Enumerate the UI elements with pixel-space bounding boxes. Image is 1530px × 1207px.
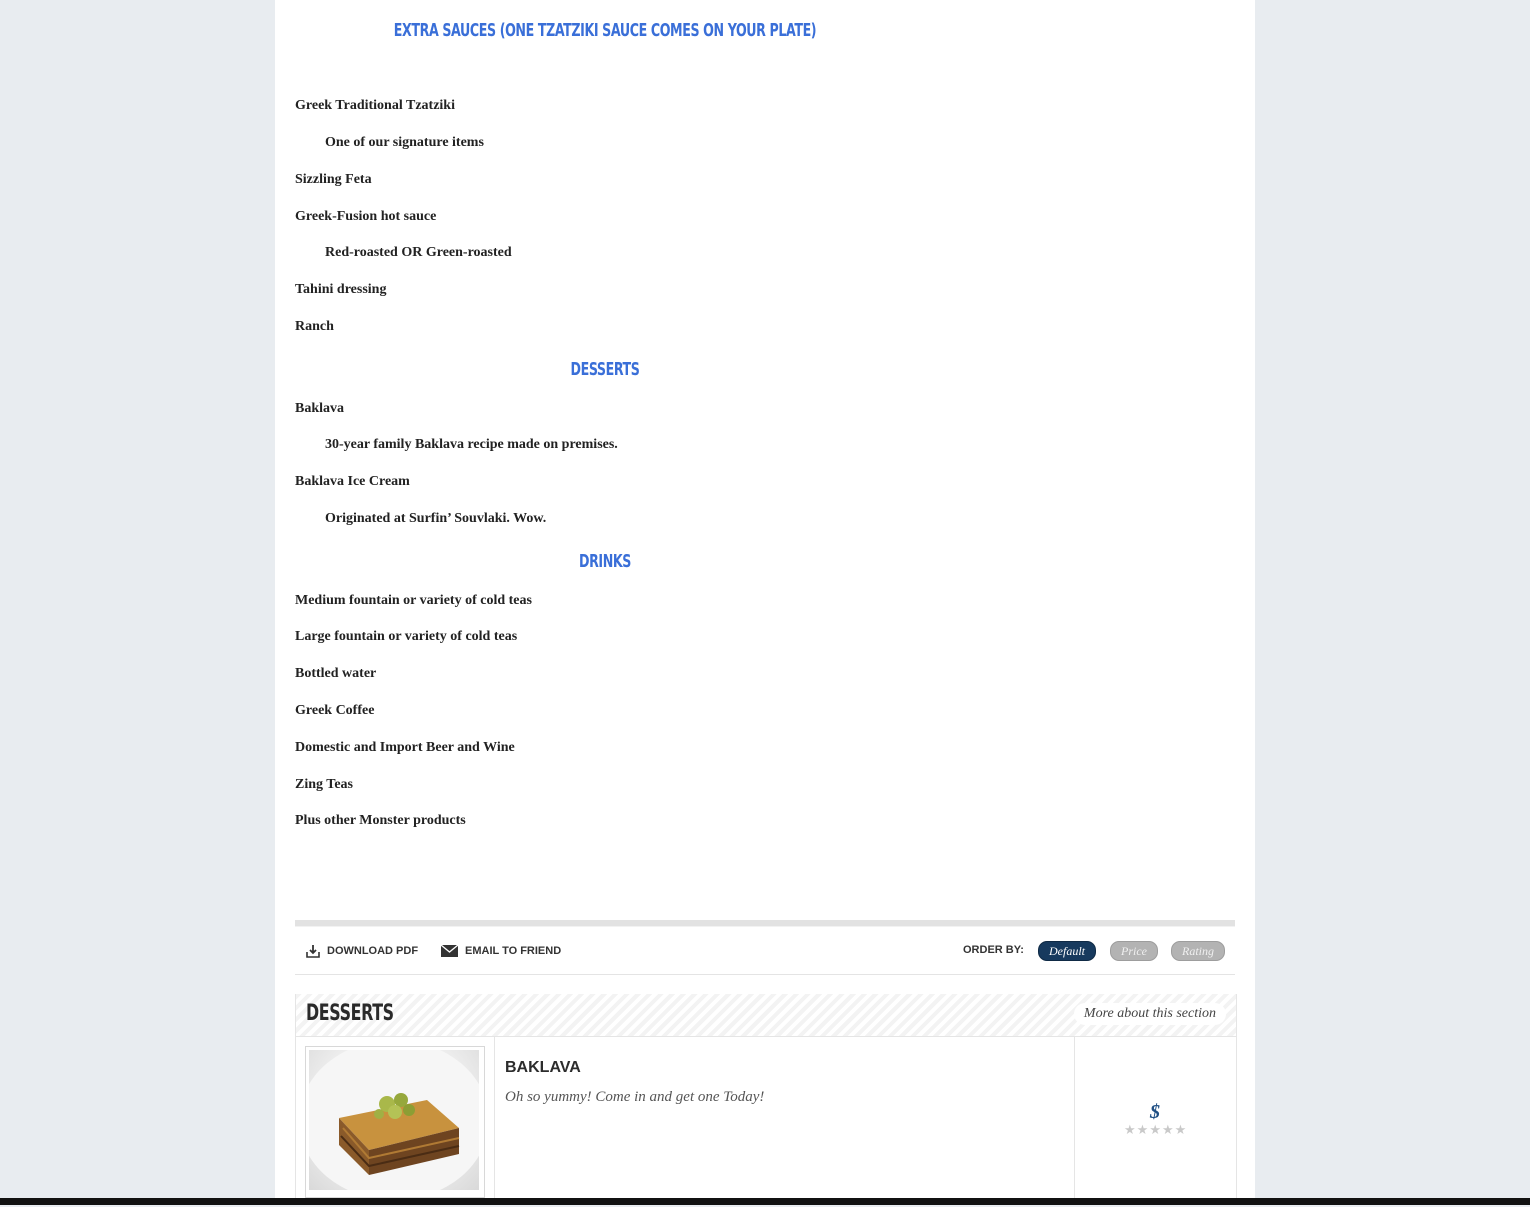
menu-item-note: Originated at Surfin’ Souvlaki. Wow. [325,511,547,526]
menu-item-row: BAKLAVA Oh so yummy! Come in and get one… [296,1037,1236,1207]
menu-item: Large fountain or variety of cold teas [295,629,518,644]
order-price-button[interactable]: Price [1110,941,1158,961]
desserts-section: DESSERTS More about this section BAKLAVA… [295,994,1237,1205]
menu-item: Ranch [295,319,334,334]
menu-item: Baklava Ice Cream [295,474,410,489]
item-price: $ [1150,1101,1160,1123]
more-about-section-link[interactable]: More about this section [1073,1003,1226,1025]
menu-toolbar: DOWNLOAD PDF EMAIL TO FRIEND ORDER BY: D… [295,928,1235,975]
download-pdf-label: DOWNLOAD PDF [327,945,419,957]
divider [295,920,1235,927]
menu-item: Medium fountain or variety of cold teas [295,593,532,608]
bottom-bar [0,1198,1530,1205]
menu-item: Greek-Fusion hot sauce [295,209,437,224]
rating-stars[interactable]: ★ ★ ★ ★ ★ [1124,1123,1186,1136]
menu-item: Bottled water [295,666,377,681]
envelope-icon [440,944,459,958]
download-icon [305,944,321,958]
menu-item: Tahini dressing [295,282,387,297]
menu-section-heading: EXTRA SAUCES (ONE TZATZIKI SAUCE COMES O… [393,20,817,41]
menu-item: Baklava [295,401,345,416]
section-header: DESSERTS More about this section [296,994,1236,1037]
star-icon[interactable]: ★ [1137,1123,1149,1136]
section-title: DESSERTS [306,1001,394,1026]
page-content: EXTRA SAUCES (ONE TZATZIKI SAUCE COMES O… [275,0,1255,1205]
star-icon[interactable]: ★ [1162,1123,1174,1136]
star-icon[interactable]: ★ [1124,1123,1136,1136]
menu-item: Plus other Monster products [295,813,466,828]
menu-section-heading: DESSERTS [570,359,640,380]
menu-item-note: Red-roasted OR Green-roasted [325,245,512,260]
order-default-button[interactable]: Default [1038,941,1096,961]
menu-item: Sizzling Feta [295,172,372,187]
star-icon[interactable]: ★ [1149,1123,1161,1136]
baklava-image [309,1050,479,1190]
item-photo[interactable] [305,1046,485,1198]
item-name[interactable]: BAKLAVA [505,1059,581,1077]
email-friend-label: EMAIL TO FRIEND [465,945,562,957]
order-by-label: ORDER BY: [963,944,1024,956]
menu-item: Zing Teas [295,777,353,792]
item-description-cell: BAKLAVA Oh so yummy! Come in and get one… [495,1037,1075,1205]
star-icon[interactable]: ★ [1175,1123,1187,1136]
menu-item-note: One of our signature items [325,135,484,150]
menu-item: Greek Traditional Tzatziki [295,98,455,113]
email-friend-link[interactable]: EMAIL TO FRIEND [440,944,561,958]
order-rating-button[interactable]: Rating [1171,941,1225,961]
item-price-cell: $ ★ ★ ★ ★ ★ [1075,1037,1235,1205]
menu-item: Greek Coffee [295,703,375,718]
item-image-cell [296,1037,495,1205]
menu-item-note: 30-year family Baklava recipe made on pr… [325,437,618,452]
menu-section-heading: DRINKS [578,551,632,572]
download-pdf-link[interactable]: DOWNLOAD PDF [305,944,418,958]
menu-item: Domestic and Import Beer and Wine [295,740,515,755]
item-description: Oh so yummy! Come in and get one Today! [505,1089,765,1105]
